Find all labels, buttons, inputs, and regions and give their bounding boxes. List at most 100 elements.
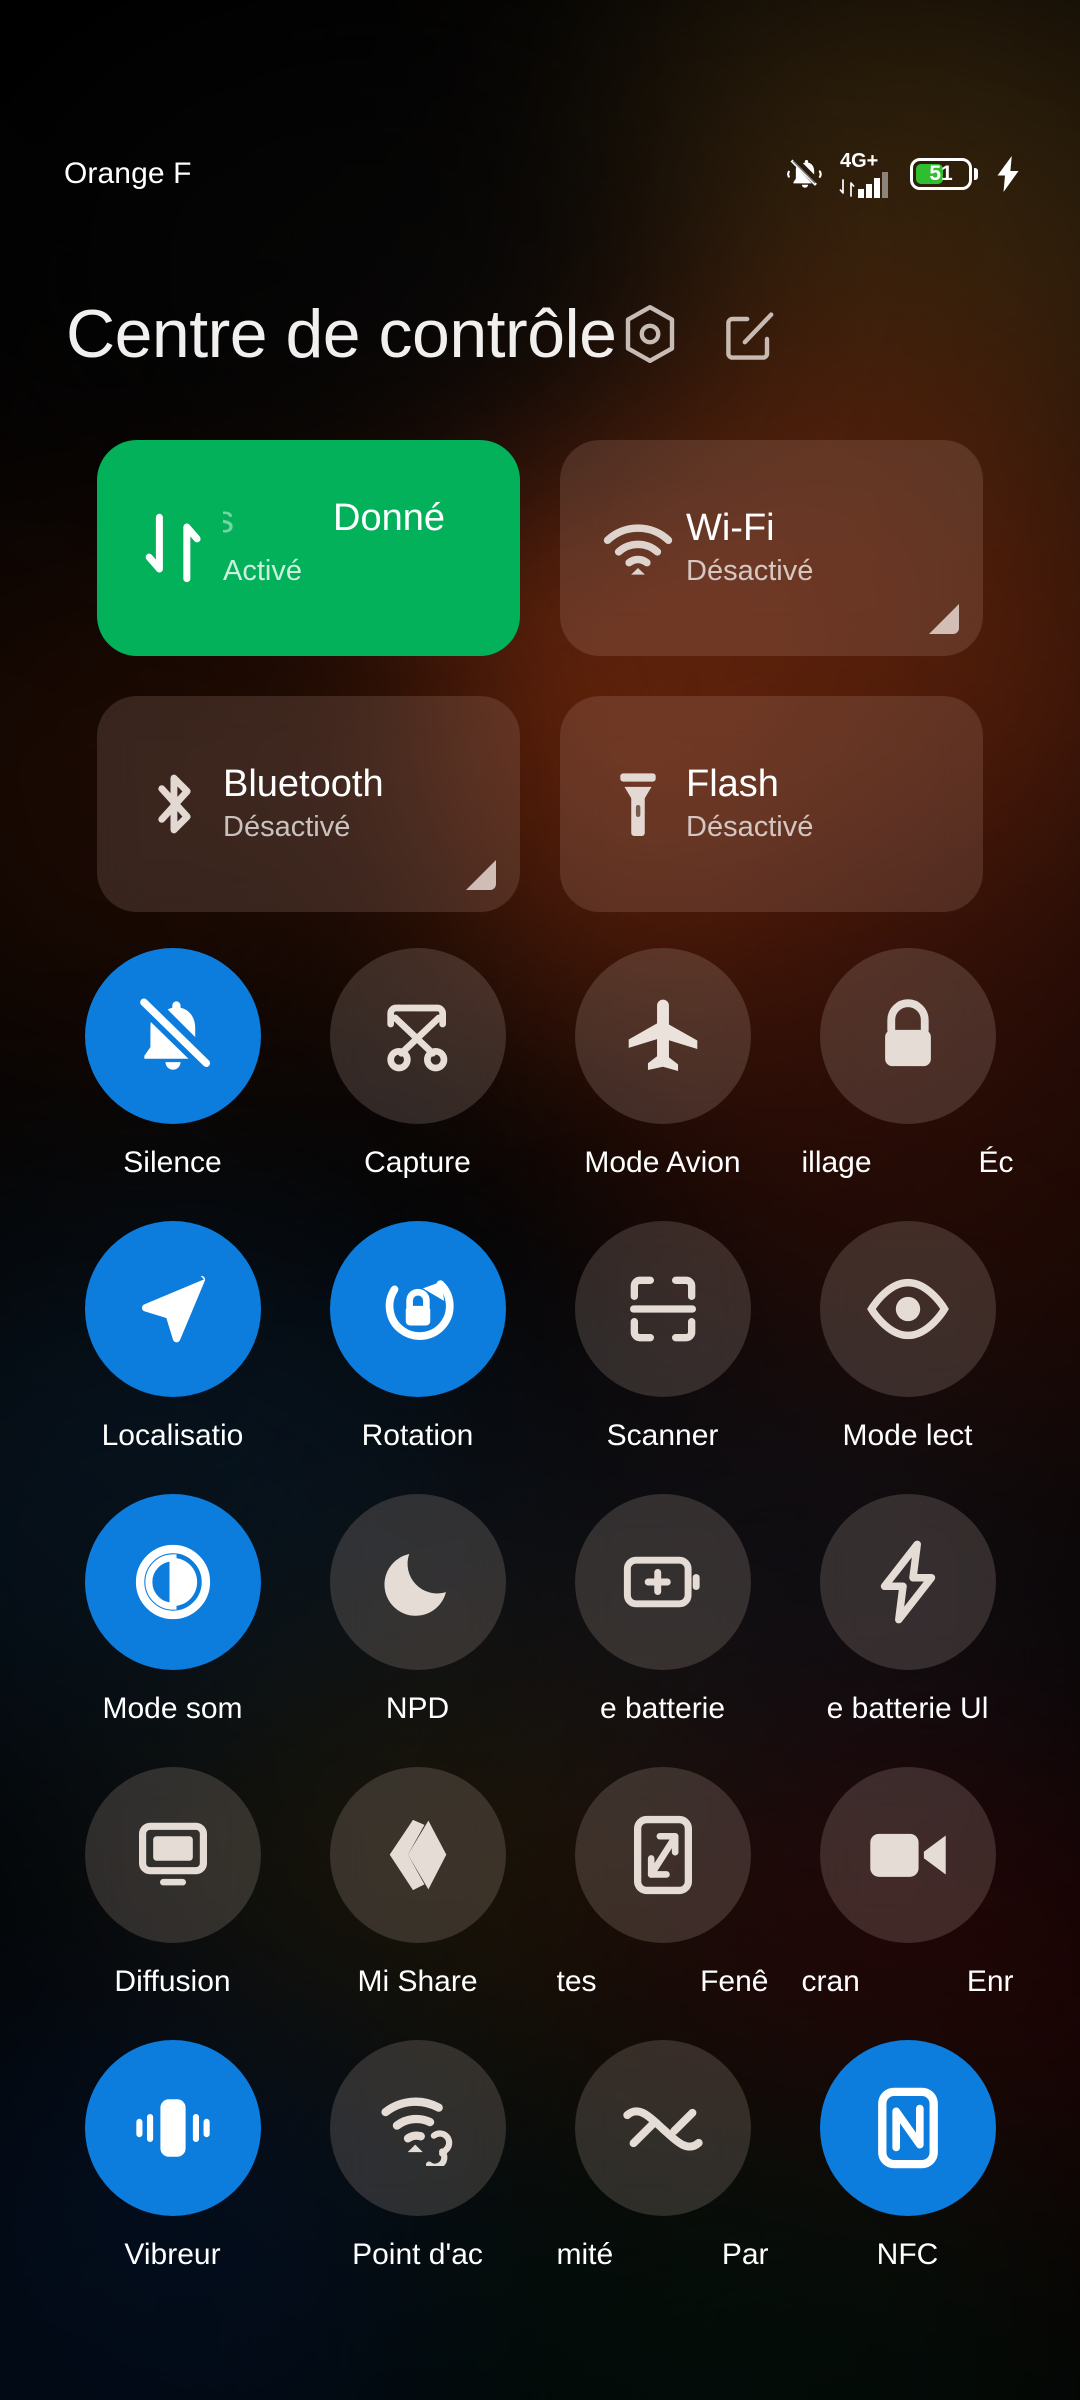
toggle-label-group: tes Fenê <box>557 1965 769 1998</box>
toggle-label: cran <box>801 1965 860 1998</box>
toggle-screen-lock[interactable]: illage Éc <box>785 948 1030 1179</box>
expand-corner-icon[interactable] <box>466 860 496 890</box>
tile-bluetooth[interactable]: Bluetooth Désactivé <box>97 696 520 912</box>
toggle-label: NPD <box>385 1692 450 1725</box>
floating-window-icon <box>574 1767 751 1943</box>
toggle-label-group: illage Éc <box>802 1146 1014 1179</box>
tile-title: Wi-Fi <box>686 506 775 549</box>
tile-title: Donné <box>333 497 445 539</box>
toggle-nearby-share[interactable]: mité Par <box>540 2040 785 2271</box>
hexagon-gear-icon[interactable] <box>622 300 678 368</box>
quick-toggles-grid: Silence Capture Mode Avion illage Éc Loc… <box>50 948 1030 2271</box>
toggle-mi-share[interactable]: Mi Share <box>295 1767 540 1998</box>
toggle-do-not-disturb[interactable]: NPD <box>295 1494 540 1725</box>
tile-subtitle: Désactivé <box>686 555 814 588</box>
toggle-airplane-mode[interactable]: Mode Avion <box>540 948 785 1179</box>
eye-icon <box>819 1221 996 1397</box>
big-tiles-grid: s Donné Activé Wi-Fi Désactivé Bluetooth… <box>97 440 983 912</box>
toggle-hotspot[interactable]: Point d'ac <box>295 2040 540 2271</box>
tile-mobile-data[interactable]: s Donné Activé <box>97 440 520 656</box>
toggle-location[interactable]: Localisatio <box>50 1221 295 1452</box>
toggle-label: Point d'ac <box>352 2238 483 2271</box>
edit-pencil-icon[interactable] <box>722 300 778 368</box>
toggle-label: illage <box>801 1146 872 1179</box>
flashlight-icon <box>596 767 680 841</box>
toggle-label: Diffusion <box>114 1965 231 1998</box>
tile-title: Flash <box>686 762 779 805</box>
tile-subtitle: Désactivé <box>686 811 814 844</box>
toggle-label: Silence <box>123 1146 222 1179</box>
rotation-lock-icon <box>329 1221 506 1397</box>
toggle-label: Scanner <box>606 1419 719 1452</box>
toggle-label-overflow: Éc <box>978 1146 1014 1179</box>
tile-title: Bluetooth <box>223 762 384 805</box>
toggle-auto-rotate[interactable]: Rotation <box>295 1221 540 1452</box>
toggle-label-overflow: Par <box>721 2238 769 2271</box>
toggle-label: Vibreur <box>124 2238 221 2271</box>
toggle-label-group: cran Enr <box>802 1965 1014 1998</box>
cast-screen-icon <box>84 1767 261 1943</box>
moon-icon <box>329 1494 506 1670</box>
mi-share-icon <box>329 1767 506 1943</box>
nearby-share-icon <box>574 2040 751 2216</box>
status-bar: Orange F 4G+ 51 <box>0 148 1080 200</box>
bell-mute-icon <box>84 948 261 1124</box>
toggle-battery-saver[interactable]: e batterie <box>540 1494 785 1725</box>
toggle-cast[interactable]: Diffusion <box>50 1767 295 1998</box>
toggle-label: Rotation <box>361 1419 474 1452</box>
tile-title-marquee-tail: s <box>223 499 234 541</box>
toggle-scanner[interactable]: Scanner <box>540 1221 785 1452</box>
toggle-silence[interactable]: Silence <box>50 948 295 1179</box>
contrast-circle-icon <box>84 1494 261 1670</box>
data-arrows-icon <box>839 178 855 197</box>
bluetooth-icon <box>133 767 217 841</box>
lock-icon <box>819 948 996 1124</box>
wifi-icon <box>596 520 680 576</box>
bell-mute-icon <box>787 159 822 188</box>
toggle-label: e batterie <box>599 1692 726 1725</box>
battery-indicator: 51 <box>910 158 978 190</box>
toggle-screen-record[interactable]: cran Enr <box>785 1767 1030 1998</box>
toggle-label: Mode Avion <box>584 1146 741 1179</box>
toggle-ultra-battery-saver[interactable]: e batterie Ul <box>785 1494 1030 1725</box>
toggle-label: Localisatio <box>101 1419 244 1452</box>
toggle-label: Mode lect <box>842 1419 973 1452</box>
network-type-label: 4G+ <box>840 149 879 172</box>
toggle-label-overflow: Enr <box>966 1965 1014 1998</box>
video-camera-icon <box>819 1767 996 1943</box>
airplane-icon <box>574 948 751 1124</box>
network-signal-group: 4G+ <box>839 151 894 198</box>
nfc-icon <box>819 2040 996 2216</box>
tile-wifi[interactable]: Wi-Fi Désactivé <box>560 440 983 656</box>
signal-bars-icon <box>858 171 888 198</box>
bolt-icon <box>819 1494 996 1670</box>
data-transfer-icon <box>133 513 217 583</box>
battery-plus-icon <box>574 1494 751 1670</box>
carrier-label: Orange F <box>64 157 192 190</box>
toggle-vibrate[interactable]: Vibreur <box>50 2040 295 2271</box>
scan-frame-icon <box>574 1221 751 1397</box>
toggle-label: NFC <box>876 2238 939 2271</box>
tile-subtitle: Activé <box>223 555 302 587</box>
toggle-label-group: mité Par <box>557 2238 769 2271</box>
toggle-label: tes <box>556 1965 597 1998</box>
toggle-label: mité <box>556 2238 614 2271</box>
battery-percent-label: 51 <box>929 162 953 185</box>
toggle-dark-mode[interactable]: Mode som <box>50 1494 295 1725</box>
toggle-label: Mode som <box>102 1692 243 1725</box>
toggle-nfc[interactable]: NFC <box>785 2040 1030 2271</box>
expand-corner-icon[interactable] <box>929 604 959 634</box>
tile-flashlight[interactable]: Flash Désactivé <box>560 696 983 912</box>
toggle-label: e batterie Ul <box>826 1692 989 1725</box>
vibrate-icon <box>84 2040 261 2216</box>
header: Centre de contrôle <box>0 284 1080 384</box>
tile-subtitle: Désactivé <box>223 811 351 844</box>
scissors-capture-icon <box>329 948 506 1124</box>
toggle-floating-windows[interactable]: tes Fenê <box>540 1767 785 1998</box>
location-arrow-icon <box>84 1221 261 1397</box>
toggle-screenshot[interactable]: Capture <box>295 948 540 1179</box>
page-title: Centre de contrôle <box>66 296 617 372</box>
status-bar-icons: 4G+ 51 <box>787 151 1022 198</box>
toggle-reading-mode[interactable]: Mode lect <box>785 1221 1030 1452</box>
toggle-label: Capture <box>364 1146 471 1179</box>
